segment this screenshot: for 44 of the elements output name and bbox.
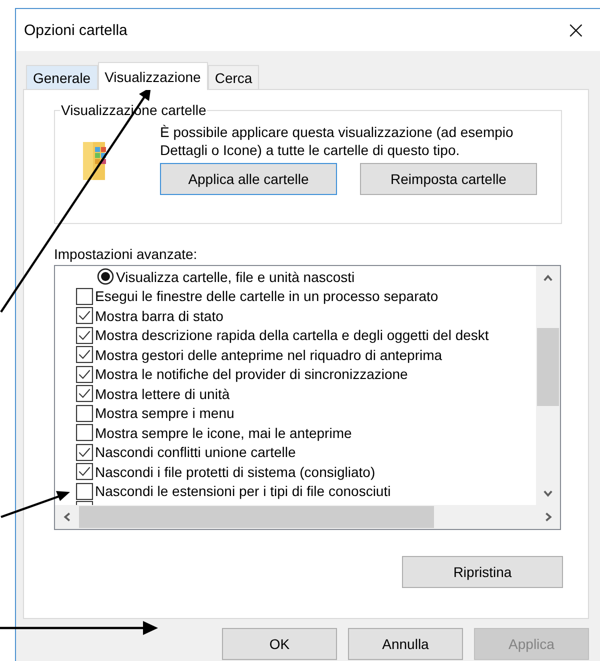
setting-row[interactable]: Mostra sempre le icone, mai le anteprime bbox=[76, 423, 536, 442]
dialog-button[interactable]: OK bbox=[222, 628, 337, 660]
dialog-button[interactable]: Annulla bbox=[348, 628, 463, 660]
setting-row[interactable]: Nascondi conflitti unione cartelle bbox=[76, 442, 536, 462]
tab[interactable]: Generale bbox=[26, 65, 98, 89]
action-button[interactable]: Reimposta cartelle bbox=[360, 163, 537, 195]
checkbox[interactable] bbox=[76, 404, 93, 422]
scrollbar-thumb[interactable] bbox=[79, 506, 434, 528]
description-text: È possibile applicare questa visualizzazione (ad esempio Dettagli o Icone) a tutte le cartelle di questo tipo. bbox=[160, 123, 514, 159]
annotation-arrow bbox=[0, 491, 70, 518]
scroll-left-icon[interactable] bbox=[61, 511, 73, 523]
checkbox[interactable] bbox=[76, 444, 93, 461]
checkbox[interactable] bbox=[76, 424, 93, 442]
action-button[interactable]: Applica alle cartelle bbox=[160, 163, 337, 195]
window-title: Opzioni cartella bbox=[24, 22, 128, 38]
setting-row[interactable]: Mostra sempre i menu bbox=[76, 404, 536, 423]
vertical-scrollbar[interactable] bbox=[536, 266, 560, 505]
setting-row[interactable]: Mostra le notifiche del provider di sincronizzazione bbox=[76, 364, 536, 384]
scrollbar-thumb[interactable] bbox=[537, 328, 559, 406]
setting-row[interactable]: Nascondi le estensioni per i tipi di file conosciuti bbox=[76, 482, 536, 501]
section-label: Impostazioni avanzate: bbox=[54, 246, 198, 262]
setting-row[interactable]: Mostra lettere di unità bbox=[76, 384, 536, 404]
tab[interactable]: Cerca bbox=[208, 65, 260, 89]
radio-button[interactable] bbox=[97, 268, 114, 286]
checkbox[interactable] bbox=[76, 482, 93, 500]
checkbox[interactable] bbox=[76, 288, 93, 305]
setting-row[interactable]: Mostra gestori delle anteprime nel riquadro di anteprima bbox=[76, 345, 536, 364]
horizontal-scrollbar[interactable] bbox=[55, 505, 560, 529]
checkbox[interactable] bbox=[76, 463, 93, 480]
tab[interactable]: Visualizzazione bbox=[98, 62, 208, 90]
setting-row[interactable]: Mostra barra di stato bbox=[76, 306, 536, 326]
setting-row[interactable]: Esegui le finestre delle cartelle in un processo separato bbox=[76, 286, 536, 306]
checkbox[interactable] bbox=[76, 326, 93, 344]
setting-row[interactable]: Nascondi i file protetti di sistema (consigliato) bbox=[76, 462, 536, 482]
restore-button[interactable]: Ripristina bbox=[402, 556, 563, 588]
checkbox[interactable] bbox=[76, 346, 93, 364]
scroll-up-icon[interactable] bbox=[542, 272, 554, 284]
setting-row[interactable]: Visualizza cartelle, file e unità nascosti bbox=[76, 267, 536, 286]
setting-row[interactable]: Mostra descrizione rapida della cartella e degli oggetti del deskt bbox=[76, 326, 536, 345]
checkbox[interactable] bbox=[76, 385, 93, 402]
checkbox[interactable] bbox=[76, 307, 93, 324]
close-button[interactable]: × bbox=[560, 16, 592, 44]
folder-icon bbox=[83, 140, 107, 180]
checkbox[interactable] bbox=[76, 366, 93, 383]
